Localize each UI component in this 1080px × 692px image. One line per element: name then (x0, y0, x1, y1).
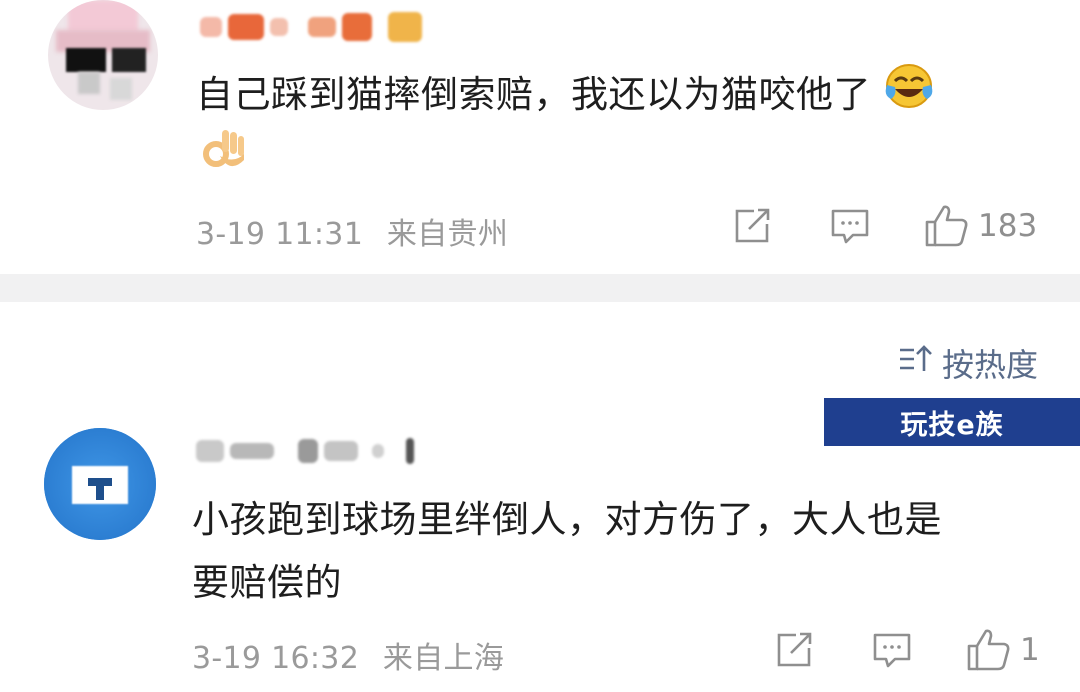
like-count: 183 (978, 208, 1038, 244)
comment-text-line: 要赔偿的 (192, 561, 342, 604)
comment-date: 3-19 16:32 (192, 641, 360, 676)
sort-by-hot-button[interactable]: 按热度 (898, 340, 1038, 386)
comment-meta: 3-19 11:31 来自贵州 (196, 209, 508, 253)
comment-text: 自己踩到猫摔倒索赔，我还以为猫咬他了 (196, 62, 935, 130)
thumbs-up-icon (924, 204, 970, 248)
sort-icon (898, 344, 932, 382)
comment-text: 小孩跑到球场里绊倒人，对方伤了，大人也是 要赔偿的 (192, 487, 1052, 616)
reply-button[interactable] (830, 208, 870, 246)
comment-icon (830, 208, 870, 246)
reply-button[interactable] (872, 632, 912, 670)
share-icon (776, 632, 814, 668)
comment-emoji-line (200, 126, 248, 197)
crying-laughing-emoji (883, 63, 935, 130)
section-divider (0, 274, 1080, 302)
like-button[interactable]: 183 (924, 204, 1037, 248)
comment-location: 来自贵州 (386, 217, 509, 252)
avatar[interactable] (44, 428, 156, 540)
username[interactable] (196, 434, 414, 468)
ok-hand-emoji (200, 126, 248, 197)
comment-text-line: 小孩跑到球场里绊倒人，对方伤了，大人也是 (192, 498, 942, 541)
comment-item-2: 小孩跑到球场里绊倒人，对方伤了，大人也是 要赔偿的 3-19 16:32 来自上… (0, 420, 1080, 692)
like-button[interactable]: 1 (966, 628, 1040, 672)
username[interactable] (200, 10, 422, 44)
sort-label: 按热度 (941, 346, 1038, 384)
comment-location: 来自上海 (382, 641, 505, 676)
share-button[interactable] (776, 632, 814, 668)
comment-icon (872, 632, 912, 670)
share-icon (734, 208, 772, 244)
comment-meta: 3-19 16:32 来自上海 (192, 633, 504, 677)
comment-text-line: 自己踩到猫摔倒索赔，我还以为猫咬他了 (196, 73, 871, 116)
thumbs-up-icon (966, 628, 1012, 672)
share-button[interactable] (734, 208, 772, 244)
comment-date: 3-19 11:31 (196, 217, 364, 252)
like-count: 1 (1020, 632, 1040, 668)
avatar[interactable] (48, 0, 158, 110)
comment-item-1: 自己踩到猫摔倒索赔，我还以为猫咬他了 3-19 11:31 来自贵州 183 (0, 0, 1080, 274)
